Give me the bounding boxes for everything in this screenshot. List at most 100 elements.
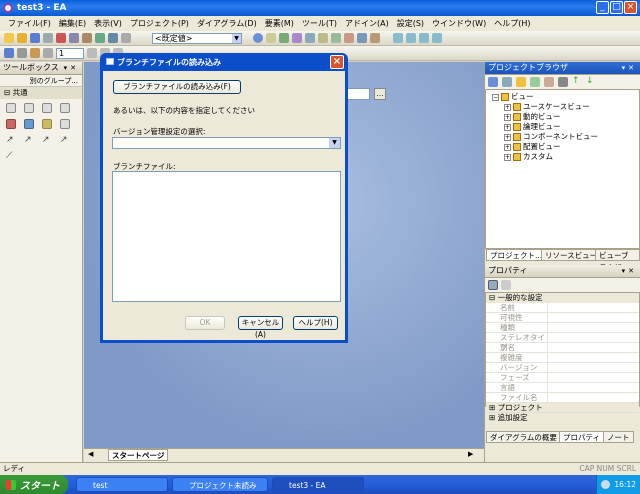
- tree-item-usecase[interactable]: + ユースケースビュー: [492, 102, 639, 112]
- requirement-tool-icon[interactable]: [24, 119, 34, 129]
- expand-icon[interactable]: +: [504, 143, 511, 151]
- package-tool-icon[interactable]: [60, 119, 70, 129]
- collapse-icon[interactable]: −: [492, 93, 499, 101]
- prop-row[interactable]: バージョン: [486, 363, 639, 373]
- close-icon[interactable]: ×: [624, 1, 637, 14]
- chevron-down-icon[interactable]: ▼: [329, 138, 340, 148]
- tree-item-component[interactable]: + コンポーネントビュー: [492, 132, 639, 142]
- menu-edit[interactable]: 編集(E): [59, 18, 86, 29]
- tree-item-custom[interactable]: + カスタム: [492, 152, 639, 162]
- expand-icon[interactable]: +: [504, 103, 511, 111]
- menu-tools[interactable]: ツール(T): [302, 18, 337, 29]
- color-icon[interactable]: [344, 33, 354, 43]
- version-control-select[interactable]: ▼: [112, 137, 341, 149]
- tree-root[interactable]: − ビュー: [492, 92, 639, 102]
- bring-front-icon[interactable]: [370, 33, 380, 43]
- move-up-icon[interactable]: ↑: [572, 77, 582, 87]
- align-icon[interactable]: [305, 33, 315, 43]
- browse-button[interactable]: …: [374, 88, 386, 100]
- trace-tool-icon[interactable]: ↗: [42, 135, 52, 145]
- menu-file[interactable]: ファイル(F): [8, 18, 51, 29]
- print-icon[interactable]: [43, 33, 53, 43]
- prop-row[interactable]: 別名: [486, 343, 639, 353]
- menu-addin[interactable]: アドイン(A): [345, 18, 389, 29]
- scroll-right-icon[interactable]: ▶: [468, 450, 473, 458]
- menu-window[interactable]: ウインドウ(W): [432, 18, 486, 29]
- menu-diagram[interactable]: ダイアグラム(D): [197, 18, 257, 29]
- new-element-icon[interactable]: [544, 77, 554, 87]
- tab-properties[interactable]: プロパティ: [559, 431, 605, 443]
- tab-resources[interactable]: リソースビュー: [541, 249, 602, 261]
- paste-icon[interactable]: [82, 33, 92, 43]
- other-group-link[interactable]: 別のグループ...: [0, 75, 82, 87]
- font-icon[interactable]: [43, 48, 53, 58]
- default-style-combo[interactable]: <既定値> ▼: [152, 32, 242, 44]
- tree-item-logical[interactable]: + 論理ビュー: [492, 122, 639, 132]
- layout-icon[interactable]: [266, 33, 276, 43]
- boundary-tool-icon[interactable]: [42, 103, 52, 113]
- prop-row[interactable]: フェーズ: [486, 373, 639, 383]
- cancel-button[interactable]: キャンセル(A): [238, 316, 283, 339]
- group-icon[interactable]: [331, 33, 341, 43]
- task-test[interactable]: test: [76, 477, 168, 492]
- tray-icon[interactable]: [601, 480, 610, 489]
- tab-start-page[interactable]: スタートページ: [108, 449, 169, 461]
- fill-icon[interactable]: [30, 48, 40, 58]
- help-button[interactable]: ヘルプ(H): [293, 316, 338, 330]
- tab-diagram-overview[interactable]: ダイアグラムの概要: [486, 431, 561, 443]
- grid-icon[interactable]: [279, 33, 289, 43]
- alphabetical-icon[interactable]: [501, 280, 511, 290]
- prop-row[interactable]: 言語: [486, 383, 639, 393]
- close-icon[interactable]: ×: [330, 55, 344, 69]
- zoom-fit-icon[interactable]: [419, 33, 429, 43]
- globe-icon[interactable]: [253, 33, 263, 43]
- maximize-icon[interactable]: □: [610, 1, 623, 14]
- line-style-icon[interactable]: [17, 48, 27, 58]
- categorized-icon[interactable]: [488, 280, 498, 290]
- prop-row[interactable]: 複雑度: [486, 353, 639, 363]
- menu-element[interactable]: 要素(M): [265, 18, 294, 29]
- tree-item-deployment[interactable]: + 配置ビュー: [492, 142, 639, 152]
- new-icon[interactable]: [4, 33, 14, 43]
- expand-icon[interactable]: +: [504, 113, 511, 121]
- zoom-out-icon[interactable]: [406, 33, 416, 43]
- cut-icon[interactable]: [56, 33, 66, 43]
- text-tool-icon[interactable]: [24, 103, 34, 113]
- properties-icon[interactable]: [558, 77, 568, 87]
- expand-icon[interactable]: +: [504, 133, 511, 141]
- redo-icon[interactable]: [108, 33, 118, 43]
- group-general[interactable]: ⊟ 一般的な設定: [486, 293, 639, 303]
- scroll-left-icon[interactable]: ◀: [88, 450, 93, 458]
- menu-view[interactable]: 表示(V): [94, 18, 122, 29]
- undo-icon[interactable]: [95, 33, 105, 43]
- prop-row[interactable]: ファイル名: [486, 393, 639, 403]
- expand-icon[interactable]: +: [504, 123, 511, 131]
- find-icon[interactable]: [121, 33, 131, 43]
- section-common[interactable]: ⊟ 共通: [0, 87, 82, 99]
- prop-row[interactable]: 可視性: [486, 313, 639, 323]
- dependency-tool-icon[interactable]: ↗: [6, 135, 16, 145]
- branch-file-list[interactable]: [112, 171, 341, 302]
- connector-tool-icon[interactable]: ⟋: [6, 151, 16, 161]
- zoom-100-icon[interactable]: [432, 33, 442, 43]
- format-icon[interactable]: [4, 48, 14, 58]
- pencil-icon[interactable]: [292, 33, 302, 43]
- new-diagram-icon[interactable]: [530, 77, 540, 87]
- new-view-icon[interactable]: [502, 77, 512, 87]
- zoom-combo[interactable]: 1: [56, 47, 84, 59]
- expand-icon[interactable]: +: [504, 153, 511, 161]
- project-tree[interactable]: − ビュー + ユースケースビュー + 動的ビュー + 論理ビュー + コンポーネントビュ…: [485, 89, 640, 249]
- new-model-icon[interactable]: [488, 77, 498, 87]
- new-package-icon[interactable]: [516, 77, 526, 87]
- tab-project[interactable]: プロジェクト...: [486, 249, 547, 261]
- load-branch-file-button[interactable]: ブランチファイルの読み込み(F): [113, 80, 241, 94]
- distribute-icon[interactable]: [318, 33, 328, 43]
- realize-tool-icon[interactable]: ↗: [24, 135, 34, 145]
- move-down-icon[interactable]: ↓: [586, 77, 596, 87]
- tab-notes[interactable]: ノート: [603, 431, 634, 443]
- task-project[interactable]: プロジェクト未読み込...: [172, 477, 268, 492]
- pin-icon[interactable]: ▾✕: [622, 265, 637, 277]
- tree-item-dynamic[interactable]: + 動的ビュー: [492, 112, 639, 122]
- link-tool-icon[interactable]: ↗: [60, 135, 70, 145]
- zoom-in-icon[interactable]: [393, 33, 403, 43]
